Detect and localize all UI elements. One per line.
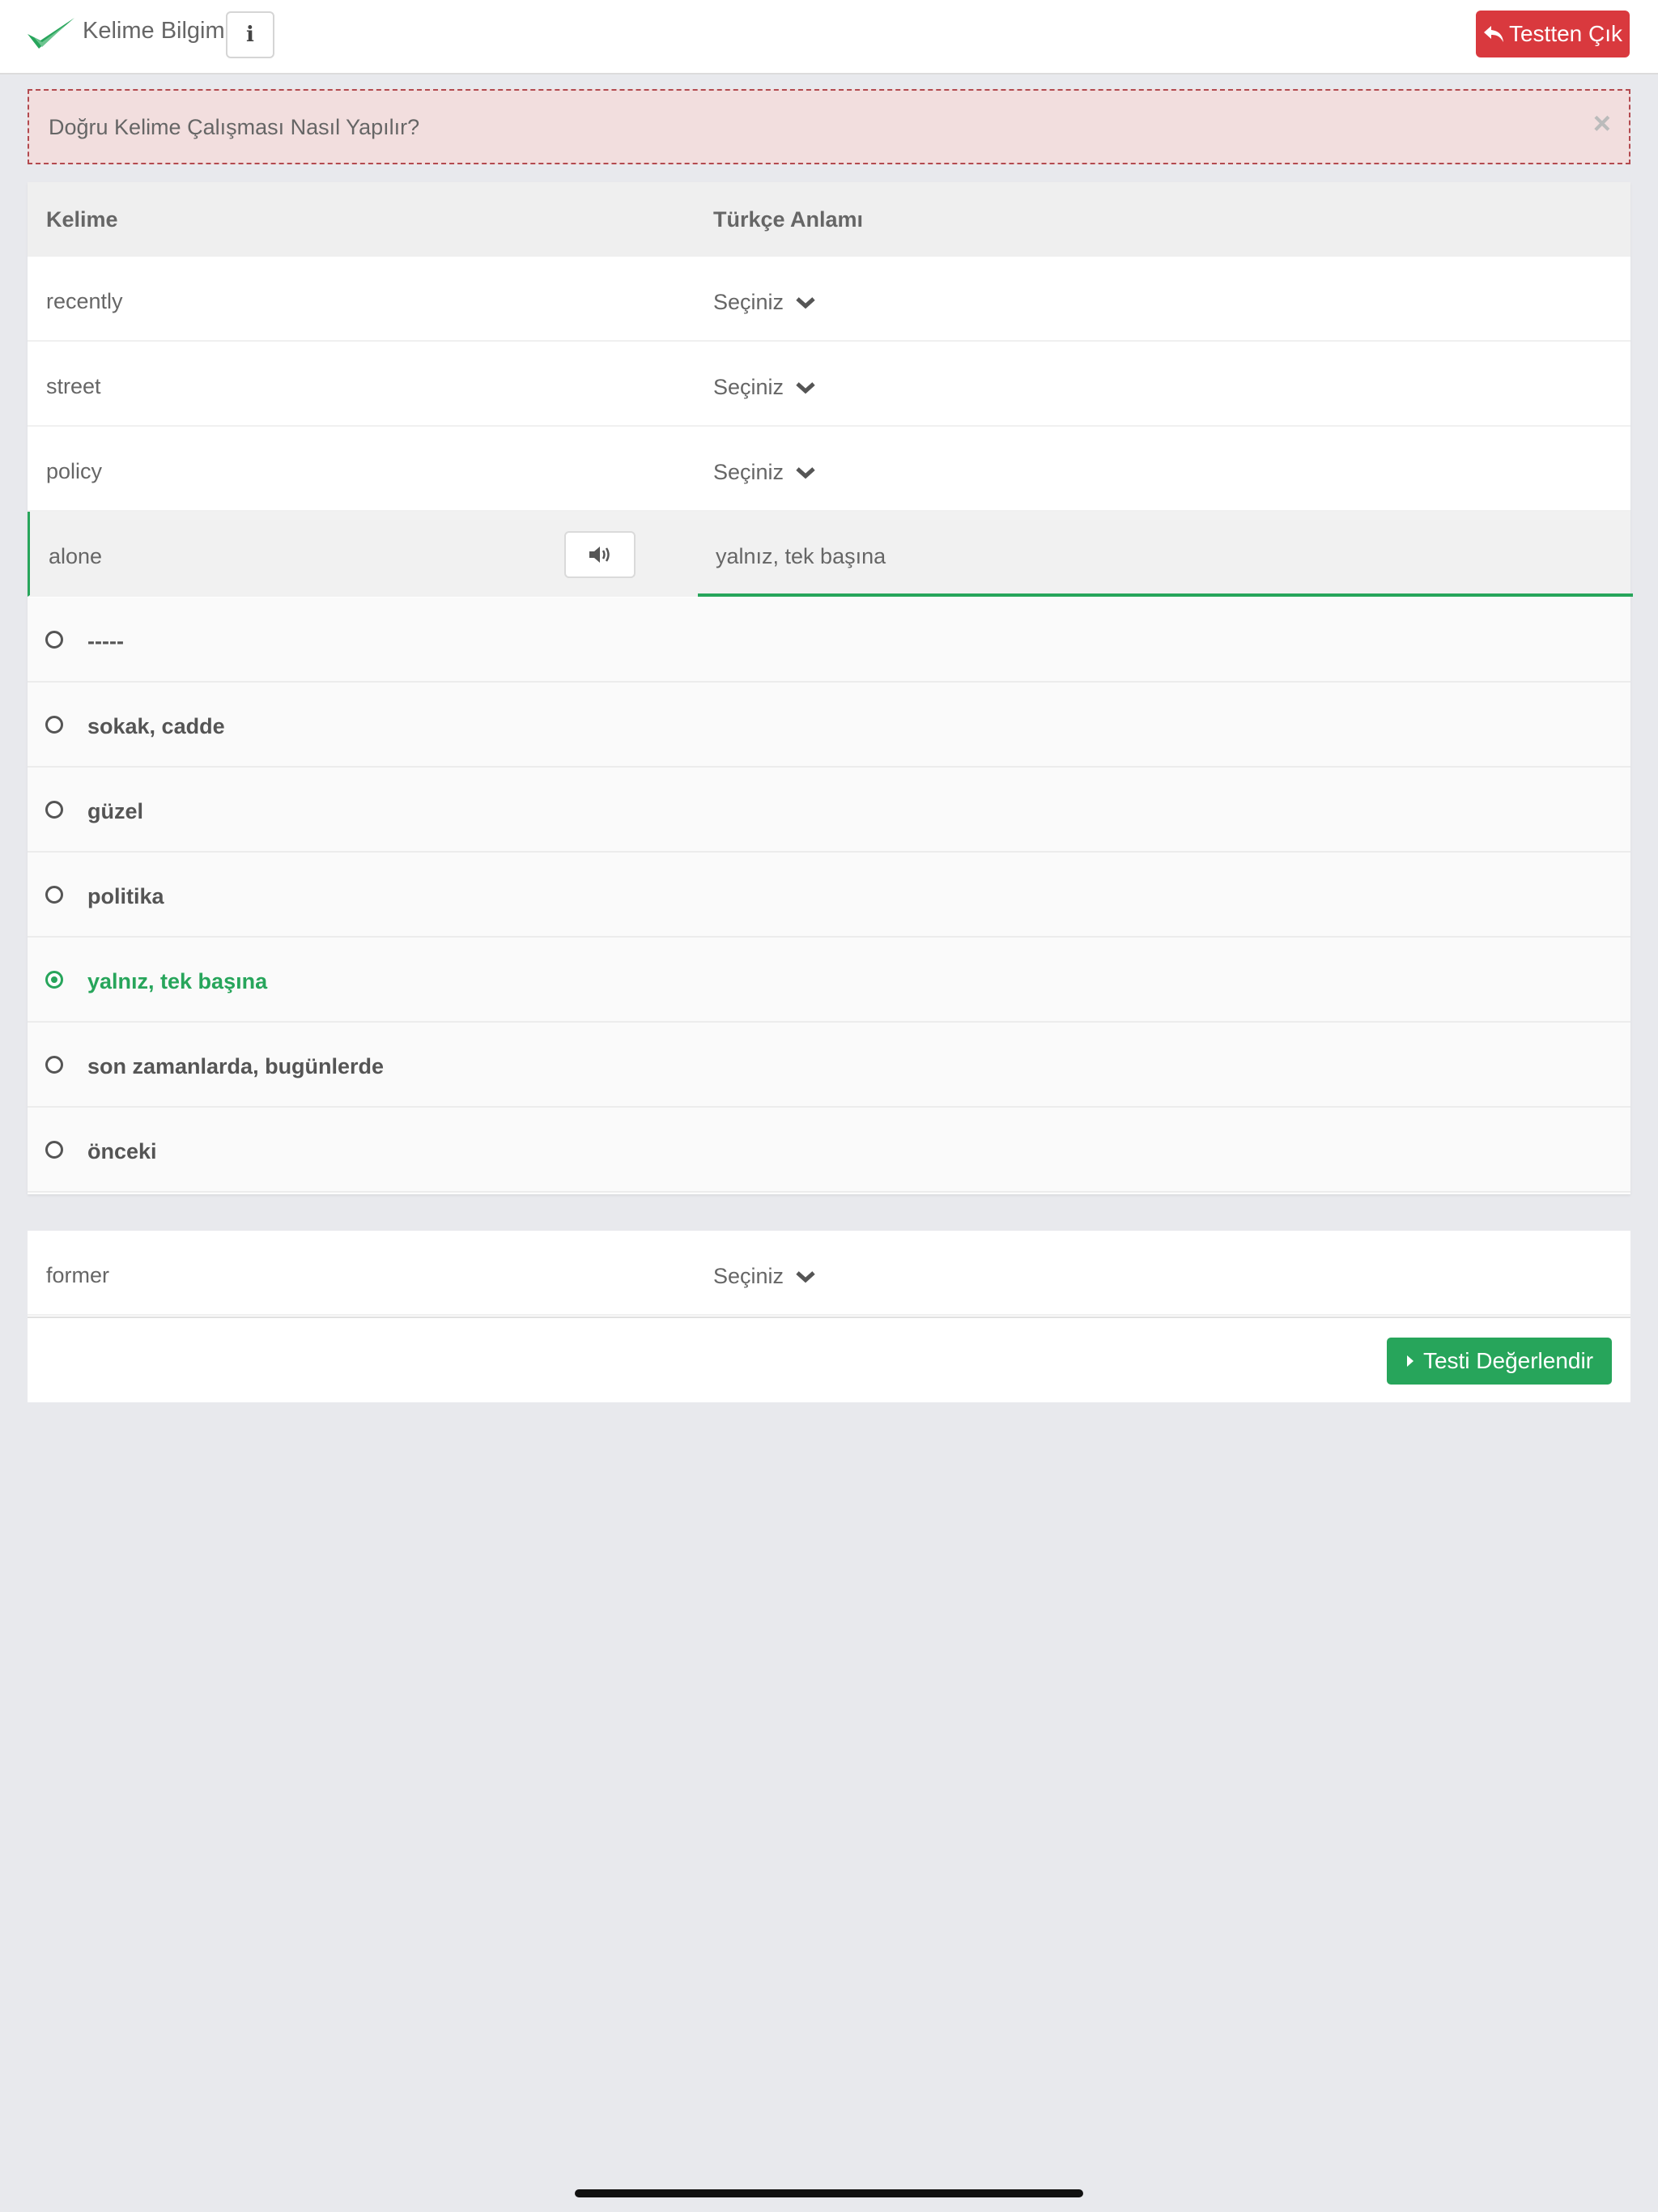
word-cell: alone <box>49 544 103 568</box>
home-indicator[interactable] <box>575 2189 1083 2197</box>
checkmark-logo-icon <box>28 18 74 49</box>
radio-button[interactable] <box>45 631 63 649</box>
radio-button[interactable] <box>45 716 63 734</box>
close-icon[interactable]: × <box>1593 108 1611 139</box>
top-bar: Kelime Bilgim i Testten Çık <box>0 0 1658 74</box>
pronounce-button[interactable] <box>564 531 636 578</box>
radio-button[interactable] <box>45 1056 63 1074</box>
option-label: son zamanlarda, bugünlerde <box>87 1054 385 1078</box>
column-header-word: Kelime <box>46 207 118 232</box>
option-item[interactable]: son zamanlarda, bugünlerde <box>28 1023 1630 1108</box>
app-title: Kelime Bilgim <box>83 18 225 44</box>
active-table-row[interactable]: alone yalnız, tek başına <box>28 512 1633 597</box>
option-item[interactable]: politika <box>28 853 1630 938</box>
word-cell: former <box>46 1263 110 1287</box>
exit-test-button[interactable]: Testten Çık <box>1476 11 1630 57</box>
select-label: Seçiniz <box>713 290 784 314</box>
reply-arrow-icon <box>1483 26 1503 42</box>
meaning-select[interactable]: Seçiniz <box>713 290 816 315</box>
select-label: Seçiniz <box>713 1264 784 1288</box>
volume-icon <box>589 547 610 563</box>
radio-button[interactable] <box>45 801 63 819</box>
select-label: Seçiniz <box>713 375 784 399</box>
word-cell: street <box>46 374 101 398</box>
meaning-select[interactable]: Seçiniz <box>713 375 816 400</box>
evaluate-test-button[interactable]: Testi Değerlendir <box>1387 1338 1612 1385</box>
option-label: ----- <box>87 629 124 653</box>
evaluate-test-label: Testi Değerlendir <box>1422 1348 1594 1373</box>
meaning-select[interactable]: Seçiniz <box>713 460 816 485</box>
option-item[interactable]: ----- <box>28 598 1630 683</box>
table-header: Kelime Türkçe Anlamı <box>28 182 1630 257</box>
table-row[interactable]: former Seçiniz <box>28 1231 1630 1316</box>
caret-right-icon <box>1406 1355 1414 1367</box>
option-item[interactable]: güzel <box>28 768 1630 853</box>
table-footer: Testi Değerlendir <box>28 1317 1630 1402</box>
word-table: Kelime Türkçe Anlamı recently Seçiniz st… <box>28 182 1633 1194</box>
chevron-down-icon <box>796 1270 815 1283</box>
option-label: önceki <box>87 1139 157 1163</box>
chevron-down-icon <box>796 296 815 308</box>
info-button[interactable]: i <box>226 11 274 58</box>
table-row[interactable]: street Seçiniz <box>28 342 1630 427</box>
word-cell: recently <box>46 289 123 313</box>
last-row-panel: former Seçiniz Testi Değerlendir <box>28 1231 1630 1402</box>
chevron-down-icon <box>796 466 815 479</box>
radio-button-checked[interactable] <box>45 971 63 989</box>
option-label: sokak, cadde <box>87 714 225 738</box>
alert-text[interactable]: Doğru Kelime Çalışması Nasıl Yapılır? <box>49 115 419 140</box>
option-label: politika <box>87 884 164 908</box>
meaning-dropdown-open[interactable]: yalnız, tek başına <box>698 512 1633 597</box>
option-item-selected[interactable]: yalnız, tek başına <box>28 938 1630 1023</box>
option-label: yalnız, tek başına <box>87 969 268 993</box>
word-cell: policy <box>46 459 103 483</box>
selected-meaning: yalnız, tek başına <box>716 544 886 568</box>
table-row[interactable]: recently Seçiniz <box>28 257 1630 342</box>
meaning-select[interactable]: Seçiniz <box>713 1264 816 1289</box>
exit-test-label: Testten Çık <box>1508 21 1623 46</box>
how-to-alert[interactable]: Doğru Kelime Çalışması Nasıl Yapılır? × <box>28 89 1630 164</box>
option-item[interactable]: sokak, cadde <box>28 683 1630 768</box>
option-label: güzel <box>87 799 144 823</box>
column-header-meaning: Türkçe Anlamı <box>713 207 864 232</box>
select-label: Seçiniz <box>713 460 784 484</box>
info-icon: i <box>246 23 254 47</box>
option-item[interactable]: önceki <box>28 1108 1630 1193</box>
radio-button[interactable] <box>45 1141 63 1159</box>
radio-button[interactable] <box>45 886 63 904</box>
table-row[interactable]: policy Seçiniz <box>28 427 1630 512</box>
chevron-down-icon <box>796 381 815 393</box>
